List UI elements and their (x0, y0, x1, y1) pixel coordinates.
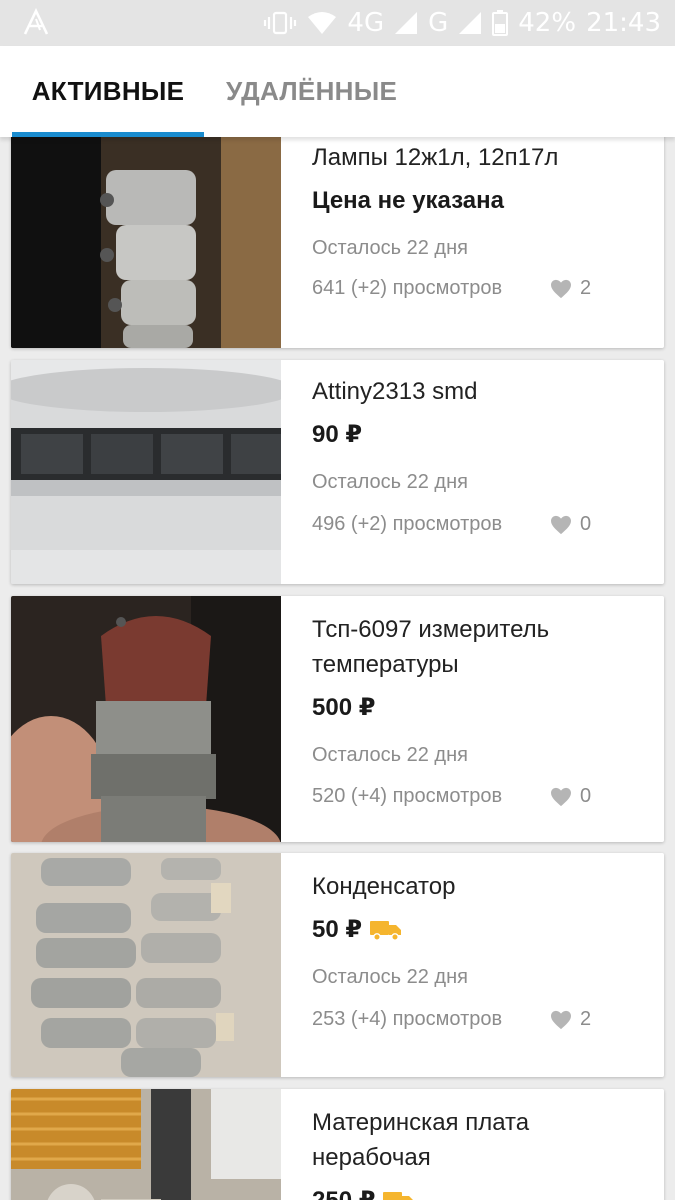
listing-card[interactable]: Лампы 12ж1л, 12п17л Цена не указана Оста… (11, 110, 664, 348)
listing-card[interactable]: Attiny2313 smd 90 ₽ Осталось 22 дня 496 … (11, 360, 664, 584)
delivery-truck-icon (370, 921, 402, 941)
listing-views: 496 (+2) просмотров (312, 513, 503, 535)
listing-title: Конденсатор (312, 873, 456, 900)
signal-icon (395, 12, 418, 34)
listing-price: 50 ₽ (312, 915, 654, 945)
wifi-icon (308, 12, 337, 34)
listing-remaining: Осталось 22 дня (312, 966, 468, 988)
battery-icon (492, 10, 509, 36)
listing-views: 641 (+2) просмотров (312, 277, 503, 299)
listing-price: 250 ₽ (312, 1186, 654, 1200)
listing-likes: 0 (550, 513, 591, 536)
heart-icon (551, 279, 571, 298)
listing-remaining: Осталось 22 дня (312, 744, 468, 766)
vibrate-icon (264, 11, 297, 35)
listing-remaining: Осталось 22 дня (312, 471, 468, 493)
likes-count: 2 (580, 277, 592, 299)
listing-likes: 0 (550, 785, 591, 808)
listing-title: Тсп-6097 измеритель (312, 616, 550, 643)
likes-count: 0 (580, 785, 592, 807)
listing-title-line-2: температуры (312, 651, 459, 678)
listing-photo (11, 360, 281, 584)
signal-icon-2 (459, 12, 482, 34)
listing-likes: 2 (550, 277, 591, 300)
listing-card[interactable]: Материнская плата нерабочая 250 ₽ (11, 1089, 664, 1200)
listing-card[interactable]: Тсп-6097 измеритель температуры 500 ₽ Ос… (11, 596, 664, 842)
network-g-label: G (428, 8, 449, 38)
clock: 21:43 (586, 8, 661, 38)
listing-photo (11, 1089, 281, 1200)
network-4g-label: 4G (347, 8, 385, 38)
listing-likes: 2 (550, 1008, 591, 1031)
tab-deleted[interactable]: УДАЛЁННЫЕ (226, 46, 397, 137)
listing-title: Attiny2313 smd (312, 378, 478, 405)
listing-views: 253 (+4) просмотров (312, 1008, 503, 1030)
tab-bar: АКТИВНЫЕ УДАЛЁННЫЕ (0, 46, 675, 137)
heart-icon (551, 1010, 571, 1029)
heart-icon (551, 787, 571, 806)
listing-title: Лампы 12ж1л, 12п17л (312, 144, 559, 171)
listing-card[interactable]: Конденсатор 50 ₽ Осталось 22 дня 253 (+4… (11, 853, 664, 1077)
tab-active[interactable]: АКТИВНЫЕ (12, 46, 204, 137)
tab-indicator (12, 132, 204, 137)
listing-list[interactable]: Лампы 12ж1л, 12п17л Цена не указана Оста… (0, 0, 675, 1200)
listing-photo (11, 596, 281, 842)
listing-title-line-2: нерабочая (312, 1144, 431, 1171)
listing-remaining: Осталось 22 дня (312, 237, 468, 259)
listing-price: 500 ₽ (312, 694, 376, 721)
delivery-truck-icon (383, 1192, 414, 1200)
heart-icon (551, 515, 571, 534)
battery-percent: 42% (518, 8, 577, 38)
listing-photo (11, 110, 281, 348)
likes-count: 0 (580, 513, 592, 535)
listing-price: 90 ₽ (312, 421, 363, 448)
listing-views: 520 (+4) просмотров (312, 785, 503, 807)
status-bar: 4G G 42% 21:43 (0, 0, 675, 46)
listing-title: Материнская плата (312, 1109, 530, 1136)
listing-price: Цена не указана (312, 187, 504, 214)
app-notification-icon (23, 8, 49, 35)
listing-photo (11, 853, 281, 1077)
likes-count: 2 (580, 1008, 592, 1030)
